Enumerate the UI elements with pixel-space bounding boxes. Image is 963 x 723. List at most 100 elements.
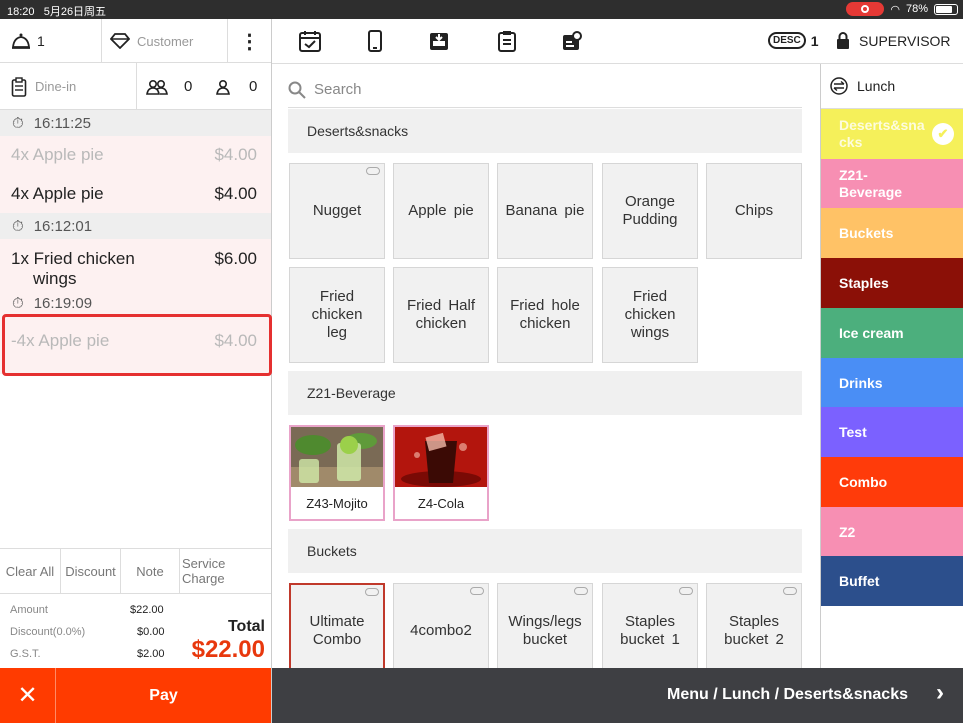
children-counter[interactable]: 0 — [216, 63, 257, 110]
category-buffet[interactable]: Buffet — [821, 556, 963, 607]
clear-all-button[interactable]: Clear All — [0, 549, 61, 593]
order-actions: Clear All Discount Note Service Charge — [0, 548, 271, 594]
totals: Amount $22.00 Discount(0.0%) $0.00 G.S.T… — [0, 594, 271, 668]
category-label: Buffet — [839, 573, 880, 590]
order-time: 16:12:01 — [33, 217, 93, 235]
product-tile[interactable]: Ultimate Combo — [289, 583, 385, 668]
product-label: Staples bucket 1 — [620, 613, 680, 648]
category-sidebar: Lunch Deserts&snacks ✔ Z21-Beverage Buckets… — [820, 64, 963, 668]
category-ice-cream[interactable]: Ice cream — [821, 307, 963, 358]
item-name: 1x Fried chicken — [11, 249, 135, 268]
discount-button[interactable]: Discount — [61, 549, 121, 593]
total-value: $22.00 — [191, 636, 265, 663]
product-tile[interactable]: Apple pie — [393, 163, 489, 259]
inbox-icon[interactable] — [427, 29, 451, 53]
product-label: Fried chicken wings — [624, 288, 676, 341]
pay-button[interactable]: Pay — [56, 668, 271, 723]
total-label: Total — [227, 618, 265, 635]
tablet-icon[interactable] — [363, 29, 387, 53]
desc-badge: DESC — [768, 32, 806, 49]
user-role[interactable]: SUPERVISOR — [836, 32, 951, 49]
product-tile[interactable]: Fried Half chicken — [393, 267, 489, 363]
product-tile[interactable]: Fried hole chicken — [497, 267, 593, 363]
note-button[interactable]: Note — [121, 549, 180, 593]
lock-icon — [837, 32, 849, 49]
category-label: Staples — [839, 275, 889, 292]
order-type-button[interactable]: Dine-in — [0, 63, 136, 110]
search-icon — [288, 81, 306, 99]
breadcrumb[interactable]: Menu / Lunch / Deserts&snacks — [667, 686, 908, 704]
search-bar[interactable]: Search — [288, 72, 802, 108]
section-header: Z21-Beverage — [288, 371, 802, 415]
product-label: Z43-Mojito — [291, 487, 383, 519]
product-tile[interactable]: Wings/legs bucket — [497, 583, 593, 668]
category-buckets[interactable]: Buckets — [821, 208, 963, 259]
stopwatch-icon: ⏱ — [12, 217, 24, 235]
product-tile[interactable]: Banana pie — [497, 163, 593, 259]
order-item[interactable]: 4x Apple pie $4.00 — [0, 136, 271, 174]
adults-counter[interactable]: 0 — [146, 63, 192, 110]
link-icon — [783, 587, 797, 595]
pay-bar: ✕ Pay — [0, 668, 271, 723]
diamond-icon — [110, 33, 130, 49]
product-tile[interactable]: Chips — [706, 163, 802, 259]
item-name: 4x Apple pie — [11, 183, 104, 203]
item-name: 4x Apple pie — [11, 145, 104, 164]
category-label: Test — [839, 424, 867, 441]
product-tile[interactable]: Fried chicken leg — [289, 267, 385, 363]
cancel-order-button[interactable]: ✕ — [0, 668, 56, 723]
item-price: $6.00 — [214, 249, 257, 268]
gst-value: $2.00 — [137, 648, 165, 660]
category-z2[interactable]: Z2 — [821, 506, 963, 557]
product-tile[interactable]: Nugget — [289, 163, 385, 259]
link-icon — [574, 587, 588, 595]
menu-switch-button[interactable]: Lunch — [821, 64, 963, 109]
product-tile[interactable]: Z43-Mojito — [289, 425, 385, 521]
order-item[interactable]: 1x Fried chicken wings $6.00 — [0, 239, 271, 292]
date: 5月26日周五 — [43, 6, 107, 18]
product-label: Z4-Cola — [395, 487, 487, 519]
product-tile[interactable]: Staples bucket 2 — [706, 583, 802, 668]
customer-button[interactable]: Customer — [102, 19, 227, 63]
service-charge-button[interactable]: Service Charge — [180, 549, 271, 593]
more-options-icon[interactable]: ⋮ — [228, 19, 271, 63]
amount-value: $22.00 — [130, 604, 164, 616]
category-deserts-snacks[interactable]: Deserts&snacks ✔ — [821, 109, 963, 159]
product-label: Ultimate Combo — [309, 613, 365, 648]
category-test[interactable]: Test — [821, 407, 963, 458]
category-combo[interactable]: Combo — [821, 456, 963, 507]
item-name-line2: wings — [33, 269, 77, 288]
category-staples[interactable]: Staples — [821, 258, 963, 309]
category-label: Combo — [839, 473, 888, 490]
category-label: Drinks — [839, 374, 883, 391]
wifi-icon: ◠ — [890, 3, 900, 16]
calendar-check-icon[interactable] — [298, 29, 322, 53]
cola-image — [395, 427, 487, 487]
staff-card-icon[interactable] — [560, 29, 584, 53]
product-tile[interactable]: Z4-Cola — [393, 425, 489, 521]
link-icon — [366, 167, 380, 175]
product-tile[interactable]: 4combo2 — [393, 583, 489, 668]
product-tile[interactable]: Fried chicken wings — [602, 267, 698, 363]
section-header: Buckets — [288, 529, 802, 573]
category-drinks[interactable]: Drinks — [821, 357, 963, 408]
order-time-group: ⏱ 16:12:01 — [0, 213, 271, 239]
category-label: Z2 — [839, 523, 856, 540]
swap-icon — [830, 77, 848, 95]
mojito-image — [291, 427, 383, 487]
guest-count-button[interactable]: 1 — [0, 19, 101, 63]
discount-label: Discount(0.0%) — [10, 626, 86, 638]
product-tile[interactable]: Orange Pudding — [602, 163, 698, 259]
search-input[interactable]: Search — [314, 81, 362, 98]
link-icon — [679, 587, 693, 595]
category-label: Buckets — [839, 225, 894, 242]
clipboard-list-icon[interactable] — [495, 29, 519, 53]
product-tile[interactable]: Staples bucket 1 — [602, 583, 698, 668]
customer-label: Customer — [137, 33, 194, 49]
category-z21-beverage[interactable]: Z21-Beverage — [821, 158, 963, 209]
battery-icon — [934, 3, 958, 15]
chevron-right-icon[interactable]: › — [936, 681, 944, 705]
product-label: Fried hole chicken — [510, 297, 580, 332]
desc-toggle[interactable]: DESC 1 — [768, 32, 819, 49]
order-item[interactable]: 4x Apple pie $4.00 — [0, 174, 271, 213]
